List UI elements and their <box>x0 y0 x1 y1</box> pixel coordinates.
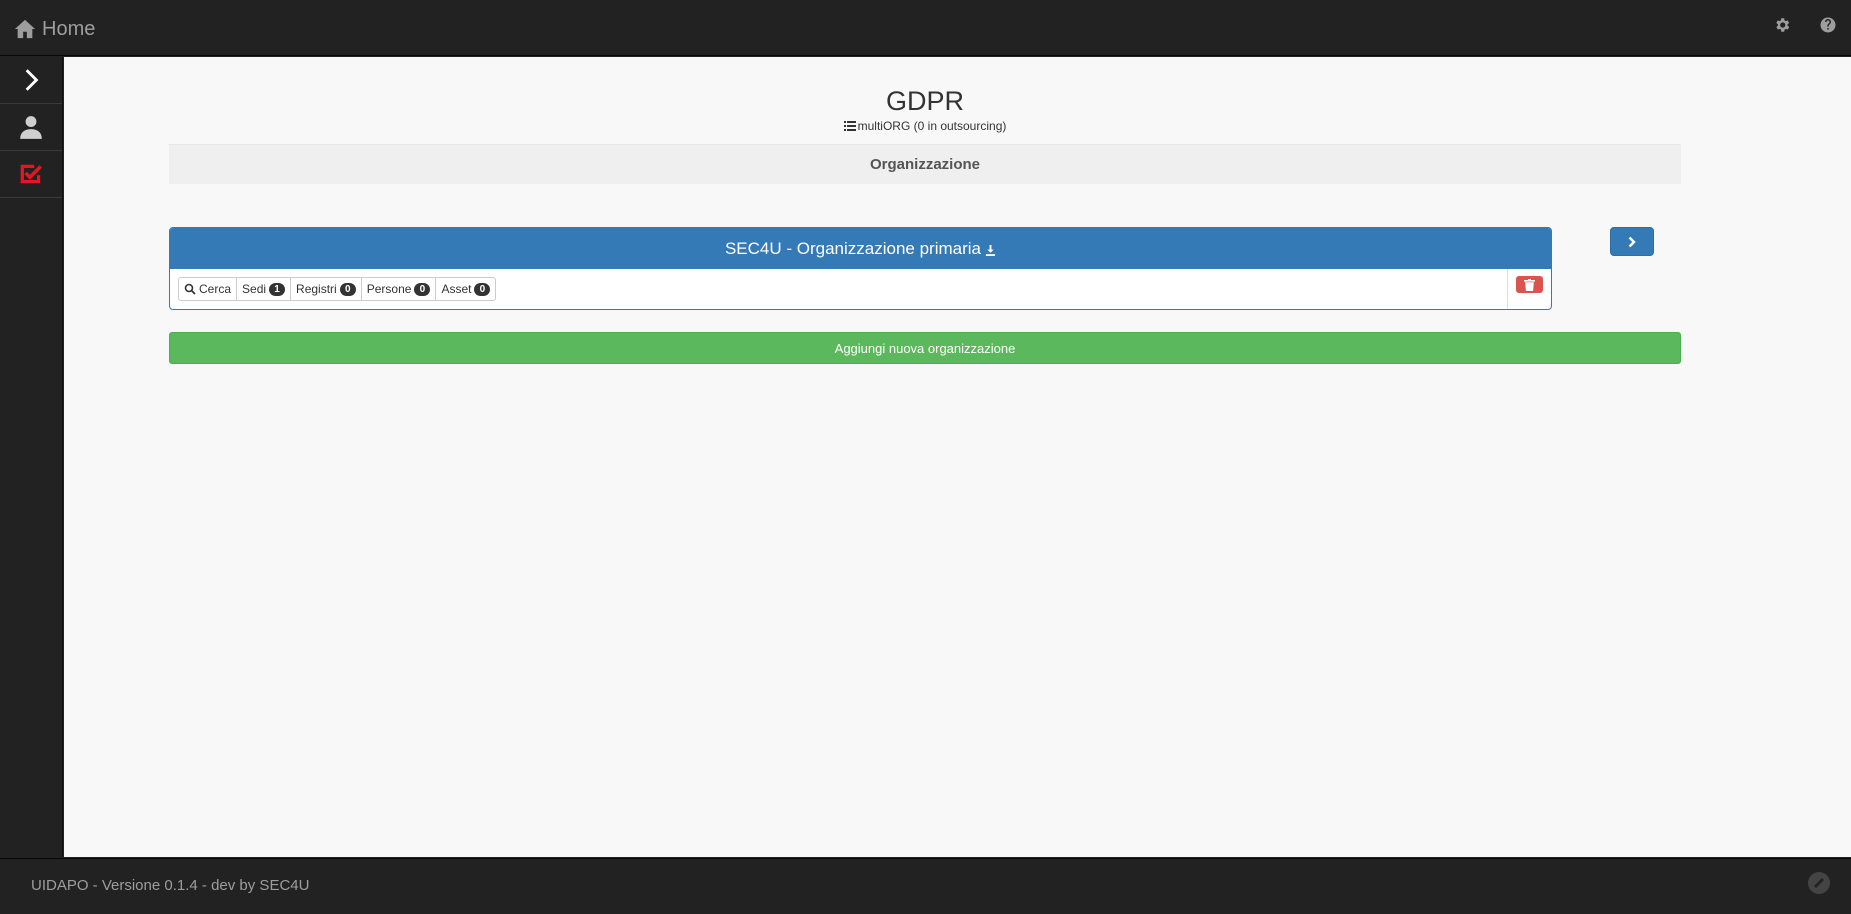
subtitle-text: multiORG (0 in outsourcing) <box>857 119 1007 133</box>
persone-button-label: Persone <box>366 282 412 296</box>
footer: UIDAPO - Versione 0.1.4 - dev by SEC4U <box>0 858 1851 914</box>
sidebar-toggle[interactable] <box>0 57 62 104</box>
sidebar-item-gdpr[interactable] <box>0 151 62 198</box>
registri-count-badge: 0 <box>339 282 356 296</box>
search-icon <box>184 283 196 295</box>
search-button[interactable]: Cerca <box>179 278 238 300</box>
asset-count-badge: 0 <box>474 282 491 296</box>
section-header: Organizzazione <box>169 144 1681 184</box>
search-button-label: Cerca <box>199 282 232 296</box>
organization-name: SEC4U - Organizzazione primaria <box>724 238 982 258</box>
organization-heading[interactable]: SEC4U - Organizzazione primaria <box>170 228 1551 269</box>
organization-actions: Cerca Sedi 1 Registri 0 Persone 0 Asset … <box>178 277 497 301</box>
asset-button-label: Asset <box>441 282 472 296</box>
chevron-right-icon <box>25 69 39 91</box>
trash-icon <box>1524 278 1535 291</box>
delete-cell <box>1507 269 1551 309</box>
download-icon[interactable] <box>985 245 996 256</box>
organization-panel: SEC4U - Organizzazione primaria Cerca Se… <box>169 227 1552 310</box>
chevron-right-icon <box>1628 236 1636 247</box>
checkbox-icon <box>20 164 42 184</box>
registri-button-label: Registri <box>296 282 337 296</box>
sidebar <box>0 57 63 857</box>
persone-button[interactable]: Persone 0 <box>362 278 437 300</box>
list-icon <box>843 121 856 131</box>
sedi-button-label: Sedi <box>242 282 267 296</box>
sedi-count-badge: 1 <box>269 282 286 296</box>
help-icon[interactable] <box>1819 16 1837 34</box>
delete-button[interactable] <box>1516 276 1543 293</box>
home-link[interactable]: Home <box>14 14 95 44</box>
home-icon <box>14 19 36 39</box>
gear-icon[interactable] <box>1773 16 1791 34</box>
registri-button[interactable]: Registri 0 <box>291 278 362 300</box>
brand-label: Home <box>42 17 96 40</box>
page-subtitle: multiORG (0 in outsourcing) <box>843 119 1007 133</box>
next-button[interactable] <box>1610 227 1654 256</box>
user-icon <box>20 116 42 139</box>
footer-text: UIDAPO - Versione 0.1.4 - dev by SEC4U <box>31 877 310 894</box>
edit-icon[interactable] <box>1807 871 1831 895</box>
top-navbar: Home <box>0 0 1851 56</box>
sidebar-item-user[interactable] <box>0 104 62 151</box>
add-organization-button[interactable]: Aggiungi nuova organizzazione <box>169 332 1681 364</box>
main-content: GDPR multiORG (0 in outsourcing) Organiz… <box>64 57 1851 857</box>
sedi-button[interactable]: Sedi 1 <box>237 278 292 300</box>
persone-count-badge: 0 <box>414 282 431 296</box>
asset-button[interactable]: Asset 0 <box>436 278 495 300</box>
page-title: GDPR <box>885 86 964 116</box>
